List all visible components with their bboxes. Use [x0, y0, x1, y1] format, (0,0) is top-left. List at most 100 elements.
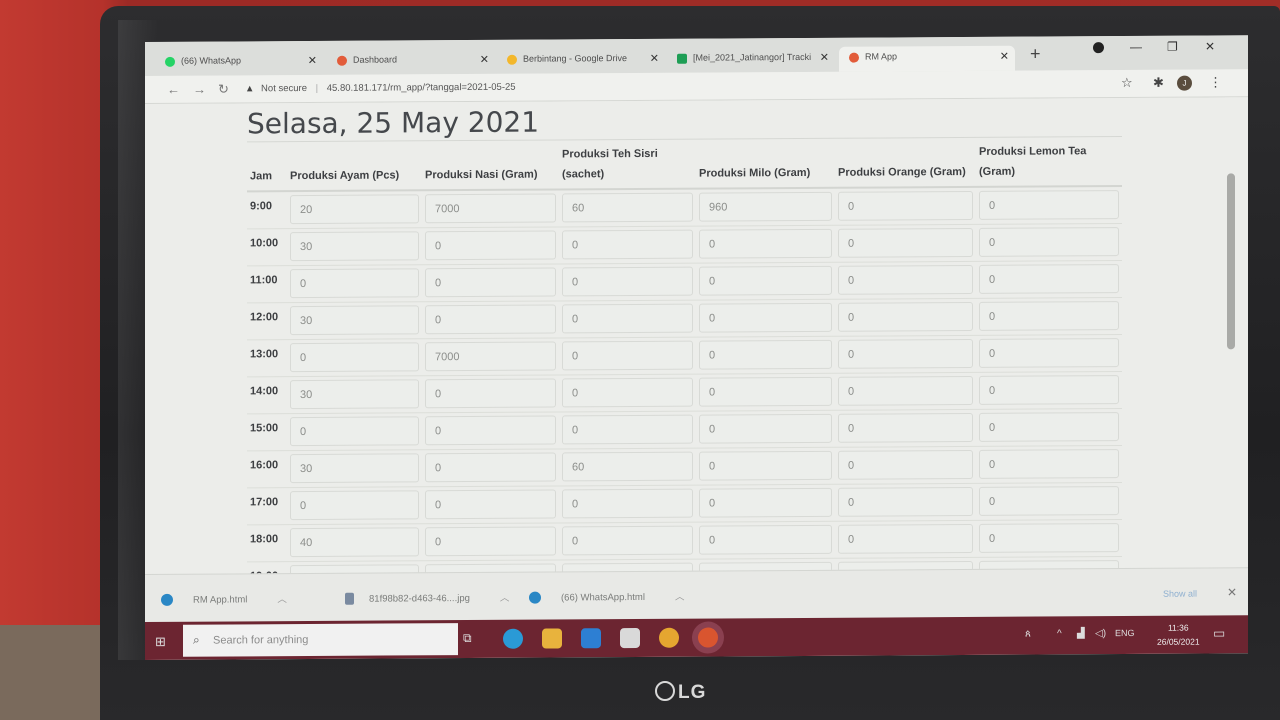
quantity-input[interactable]: 0: [838, 264, 973, 295]
chevron-up-icon[interactable]: ︿: [500, 593, 510, 604]
quantity-input[interactable]: 0: [562, 266, 693, 296]
store-icon[interactable]: [620, 627, 640, 649]
download-item[interactable]: 81f98b82-d463-46....jpg ︿: [345, 590, 509, 605]
tab-whatsapp[interactable]: (66) WhatsApp ✕: [155, 50, 323, 76]
chrome-active-icon[interactable]: [698, 627, 718, 648]
reload-icon[interactable]: ↻: [218, 81, 229, 97]
quantity-input[interactable]: 7000: [425, 193, 556, 224]
quantity-input[interactable]: 0: [979, 337, 1119, 368]
quantity-input[interactable]: 0: [838, 301, 973, 332]
quantity-input[interactable]: 0: [699, 487, 832, 518]
chevron-up-icon[interactable]: ︿: [675, 592, 685, 603]
quantity-input[interactable]: 0: [979, 300, 1119, 331]
quantity-input[interactable]: 0: [979, 226, 1119, 257]
quantity-input[interactable]: 0: [699, 302, 832, 333]
close-tab-icon[interactable]: ✕: [1000, 50, 1009, 63]
quantity-input[interactable]: 0: [979, 448, 1119, 479]
quantity-input[interactable]: 0: [562, 303, 693, 333]
quantity-input[interactable]: 60: [562, 451, 693, 481]
quantity-input[interactable]: 20: [290, 194, 419, 225]
quantity-input[interactable]: 0: [562, 525, 693, 555]
quantity-input[interactable]: 40: [290, 526, 419, 557]
extensions-icon[interactable]: ✱: [1153, 75, 1164, 91]
quantity-input[interactable]: 0: [425, 451, 556, 482]
quantity-input[interactable]: 0: [290, 341, 419, 372]
minimize-icon[interactable]: —: [1130, 40, 1142, 54]
quantity-input[interactable]: 0: [562, 414, 693, 444]
url-field[interactable]: ▲ Not secure | 45.80.181.171/rm_app/?tan…: [245, 82, 516, 95]
quantity-input[interactable]: 0: [425, 303, 556, 334]
restore-icon[interactable]: ❐: [1167, 40, 1178, 54]
quantity-input[interactable]: 0: [562, 377, 693, 407]
quantity-input[interactable]: 30: [290, 452, 419, 483]
file-explorer-icon[interactable]: [542, 628, 562, 649]
quantity-input[interactable]: 0: [425, 377, 556, 408]
forward-icon[interactable]: →: [193, 82, 206, 97]
quantity-input[interactable]: 30: [290, 378, 419, 409]
show-all-button[interactable]: Show all: [1163, 589, 1197, 599]
system-clock[interactable]: 11:36 26/05/2021: [1157, 621, 1200, 649]
quantity-input[interactable]: 0: [979, 374, 1119, 405]
notifications-icon[interactable]: ▭: [1213, 625, 1225, 641]
quantity-input[interactable]: 0: [425, 525, 556, 556]
volume-icon[interactable]: ◁): [1095, 628, 1106, 639]
windows-start-icon[interactable]: ⊞: [155, 634, 166, 650]
quantity-input[interactable]: 0: [562, 340, 693, 370]
quantity-input[interactable]: 30: [290, 230, 419, 261]
close-icon[interactable]: ✕: [1227, 585, 1237, 599]
quantity-input[interactable]: 0: [425, 229, 556, 260]
profile-badge-icon[interactable]: [1093, 42, 1104, 54]
download-item[interactable]: (66) WhatsApp.html ︿: [529, 589, 684, 604]
quantity-input[interactable]: 0: [699, 228, 832, 259]
quantity-input[interactable]: 0: [838, 523, 973, 554]
new-tab-icon[interactable]: +: [1030, 44, 1041, 65]
quantity-input[interactable]: 0: [290, 415, 419, 446]
quantity-input[interactable]: 0: [838, 338, 973, 369]
chevron-up-icon[interactable]: ︿: [277, 594, 287, 605]
quantity-input[interactable]: 0: [979, 522, 1119, 553]
bookmark-star-icon[interactable]: ☆: [1121, 75, 1133, 91]
quantity-input[interactable]: 0: [979, 263, 1119, 294]
chrome-icon[interactable]: [659, 627, 679, 648]
quantity-input[interactable]: 0: [699, 413, 832, 444]
tab-spreadsheet[interactable]: [Mei_2021_Jatinangor] Tracki ✕: [667, 47, 835, 73]
tab-dashboard[interactable]: Dashboard ✕: [327, 49, 495, 75]
quantity-input[interactable]: 0: [838, 449, 973, 480]
quantity-input[interactable]: 0: [838, 190, 973, 221]
quantity-input[interactable]: 0: [425, 414, 556, 445]
quantity-input[interactable]: 60: [562, 192, 693, 223]
quantity-input[interactable]: 0: [699, 339, 832, 370]
quantity-input[interactable]: 0: [838, 412, 973, 443]
quantity-input[interactable]: 0: [425, 488, 556, 519]
edge-icon[interactable]: [503, 628, 523, 649]
scrollbar-thumb[interactable]: [1227, 173, 1235, 350]
close-tab-icon[interactable]: ✕: [820, 51, 829, 64]
quantity-input[interactable]: 0: [838, 375, 973, 406]
quantity-input[interactable]: 0: [699, 265, 832, 296]
language-indicator[interactable]: ENG: [1115, 628, 1135, 638]
avatar[interactable]: J: [1177, 75, 1192, 91]
mail-icon[interactable]: [581, 628, 601, 649]
close-tab-icon[interactable]: ✕: [650, 52, 659, 65]
quantity-input[interactable]: 0: [699, 450, 832, 481]
menu-dots-icon[interactable]: ⋮: [1209, 74, 1222, 90]
quantity-input[interactable]: 0: [562, 229, 693, 259]
close-window-icon[interactable]: ✕: [1205, 39, 1215, 53]
task-view-icon[interactable]: ⧉: [463, 631, 483, 651]
quantity-input[interactable]: 0: [979, 190, 1119, 220]
tab-google-drive[interactable]: Berbintang - Google Drive ✕: [497, 48, 665, 74]
people-icon[interactable]: ጰ: [1025, 629, 1031, 640]
quantity-input[interactable]: 0: [290, 267, 419, 298]
quantity-input[interactable]: 30: [290, 304, 419, 335]
quantity-input[interactable]: 0: [562, 488, 693, 518]
network-icon[interactable]: ▟: [1077, 628, 1085, 639]
quantity-input[interactable]: 0: [699, 524, 832, 555]
quantity-input[interactable]: 0: [838, 227, 973, 258]
quantity-input[interactable]: 0: [290, 489, 419, 520]
back-icon[interactable]: ←: [167, 82, 180, 97]
tab-rm-app[interactable]: RM App ✕: [839, 45, 1015, 72]
quantity-input[interactable]: 0: [699, 376, 832, 407]
quantity-input[interactable]: 0: [425, 266, 556, 297]
quantity-input[interactable]: 0: [979, 411, 1119, 442]
quantity-input[interactable]: 0: [979, 485, 1119, 516]
